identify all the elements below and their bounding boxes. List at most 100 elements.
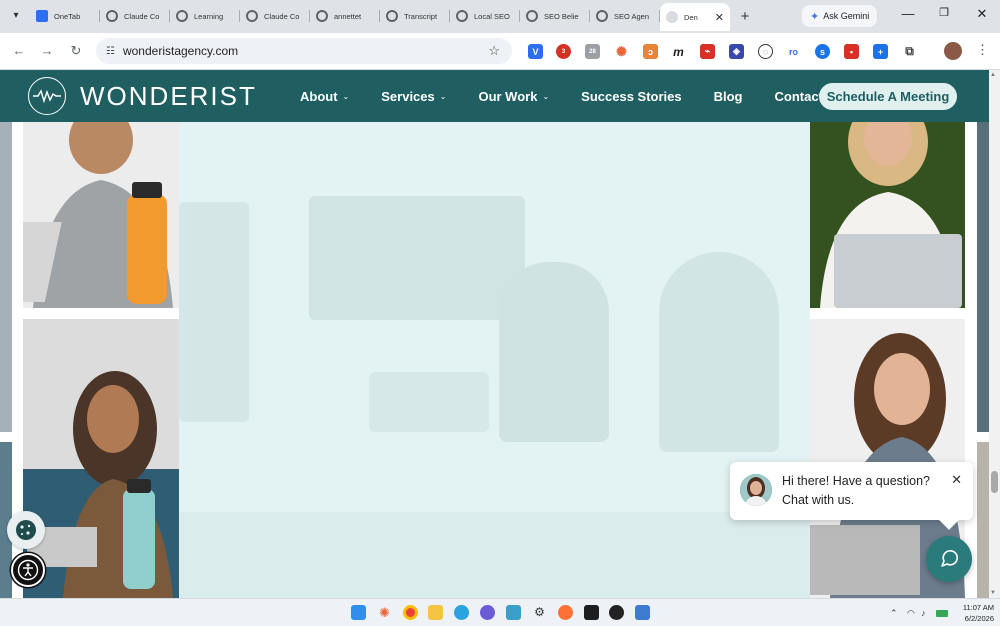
- scroll-up-icon[interactable]: ▲: [990, 72, 996, 78]
- accessibility-icon: [17, 559, 39, 581]
- nav-success-stories[interactable]: Success Stories: [581, 89, 681, 104]
- ghost-laptop: [369, 372, 489, 432]
- profile-avatar[interactable]: [944, 42, 962, 60]
- tab-transcript[interactable]: Transcript: [380, 4, 450, 28]
- tab-active[interactable]: Den ✕: [660, 3, 730, 31]
- extension-ro-icon[interactable]: ro: [786, 44, 801, 59]
- ghost-screen: [309, 196, 525, 320]
- chat-close-icon[interactable]: ✕: [951, 472, 962, 488]
- ask-gemini-label: Ask Gemini: [823, 11, 870, 21]
- taskbar-chrome-icon[interactable]: [403, 605, 418, 620]
- tab-label: OneTab: [54, 11, 81, 21]
- extension-openai-icon[interactable]: ◌: [758, 44, 773, 59]
- cookie-settings-button[interactable]: [7, 511, 45, 549]
- nav-blog[interactable]: Blog: [714, 89, 743, 104]
- globe-favicon-icon: [386, 10, 398, 22]
- taskbar-settings-gear-icon[interactable]: ⚙: [532, 605, 547, 620]
- nav-label: Contact: [774, 88, 823, 104]
- tab-seo-agency[interactable]: SEO Agen: [590, 4, 660, 28]
- bookmark-star-icon[interactable]: ☆: [488, 43, 500, 59]
- restore-icon[interactable]: ❐: [934, 6, 954, 19]
- extension-blue-circle-icon[interactable]: s: [815, 44, 830, 59]
- site-settings-icon[interactable]: ☷: [106, 46, 115, 57]
- taskbar-firefox-icon[interactable]: [558, 605, 573, 620]
- scroll-down-icon[interactable]: ▼: [990, 590, 996, 596]
- address-bar[interactable]: ☷ wonderistagency.com ☆: [96, 38, 512, 64]
- tray-battery-icon[interactable]: [936, 610, 948, 617]
- ghost-person-middle: [499, 262, 609, 442]
- tab-search-chevron-icon[interactable]: ▾: [6, 5, 26, 25]
- tab-claude-1[interactable]: Claude Co: [100, 4, 170, 28]
- tray-chevron-up-icon[interactable]: ⌃: [890, 608, 898, 619]
- tab-label: SEO Belie: [544, 11, 579, 21]
- start-windows-icon[interactable]: [351, 605, 366, 620]
- taskbar-claude-icon[interactable]: ✺: [377, 605, 392, 620]
- chat-launcher-button[interactable]: [926, 536, 972, 582]
- close-window-icon[interactable]: ✕: [972, 6, 992, 22]
- extension-claude-icon[interactable]: ✺: [614, 44, 629, 59]
- tab-annette[interactable]: annettet: [310, 4, 380, 28]
- extension-v-icon[interactable]: V: [528, 44, 543, 59]
- taskbar-telegram-icon[interactable]: [454, 605, 469, 620]
- hero-background-image: [179, 122, 810, 598]
- taskbar-clock[interactable]: 11:07 AM 6/2/2026: [952, 602, 994, 624]
- cookie-icon: [16, 520, 36, 540]
- extension-badge-count: 3: [561, 48, 566, 55]
- taskbar-terminal-icon[interactable]: [584, 605, 599, 620]
- tab-claude-2[interactable]: Claude Co: [240, 4, 310, 28]
- extension-home-icon[interactable]: 28: [585, 44, 600, 59]
- minimize-icon[interactable]: —: [898, 6, 918, 21]
- tab-learning[interactable]: Learning: [170, 4, 240, 28]
- url-text[interactable]: wonderistagency.com: [123, 44, 238, 58]
- tray-volume-icon[interactable]: ♪: [921, 608, 926, 618]
- extension-red-badge-icon[interactable]: 3: [556, 44, 571, 59]
- tab-label: Claude Co: [264, 11, 300, 21]
- nav-about[interactable]: About ⌄: [300, 89, 349, 104]
- tray-wifi-icon[interactable]: ◠: [907, 608, 915, 619]
- main-menu: About ⌄ Services ⌄ Our Work ⌄ Success Stori…: [300, 70, 855, 122]
- browser-toolbar: ← → ↻ ☷ wonderistagency.com ☆ V 3 28 ✺ ↄ…: [0, 33, 1000, 70]
- tab-seo-belief[interactable]: SEO Belie: [520, 4, 590, 28]
- tab-local-seo[interactable]: Local SEO: [450, 4, 520, 28]
- extension-red-icon[interactable]: ⌁: [700, 44, 715, 59]
- extension-plus-icon[interactable]: +: [873, 44, 888, 59]
- close-tab-icon[interactable]: ✕: [715, 11, 724, 24]
- schedule-meeting-button[interactable]: Schedule A Meeting: [819, 83, 957, 110]
- tab-onetab[interactable]: OneTab: [30, 4, 100, 28]
- forward-arrow-icon[interactable]: →: [38, 42, 56, 60]
- taskbar-file-explorer-icon[interactable]: [428, 605, 443, 620]
- extension-m-icon[interactable]: m: [671, 44, 686, 59]
- extension-red-square-icon[interactable]: ▪: [844, 44, 859, 59]
- chat-greeting-popup[interactable]: Hi there! Have a question? Chat with us.…: [730, 462, 973, 530]
- taskbar-copilot-icon[interactable]: [480, 605, 495, 620]
- ask-gemini-button[interactable]: ✦ Ask Gemini: [802, 5, 878, 27]
- extension-orange-icon[interactable]: ↄ: [643, 44, 658, 59]
- page-scrollbar[interactable]: ▲ ▼: [989, 70, 1000, 598]
- windows-taskbar: ✺ ⚙ ⌃ ◠ ♪ 11:07 AM 6/2/2026: [0, 598, 1000, 626]
- nav-label: Services: [381, 88, 435, 104]
- taskbar-media-player-icon[interactable]: [609, 605, 624, 620]
- reload-icon[interactable]: ↻: [67, 42, 85, 60]
- team-photo-man: [23, 122, 179, 308]
- new-tab-plus-icon[interactable]: +: [736, 7, 754, 25]
- tab-label: SEO Agen: [614, 11, 650, 21]
- browser-menu-icon[interactable]: ⋮: [976, 42, 989, 60]
- accessibility-button[interactable]: [11, 553, 45, 587]
- globe-favicon-icon: [596, 10, 608, 22]
- clock-time: 11:07 AM: [962, 603, 994, 612]
- extension-blue-square-icon[interactable]: ◈: [729, 44, 744, 59]
- nav-our-work[interactable]: Our Work ⌄: [478, 89, 549, 104]
- globe-favicon-icon: [316, 10, 328, 22]
- globe-favicon-icon: [526, 10, 538, 22]
- scroll-thumb[interactable]: [991, 471, 998, 493]
- extensions-puzzle-icon[interactable]: ⧉: [902, 44, 917, 59]
- taskbar-notepad-icon[interactable]: [506, 605, 521, 620]
- back-arrow-icon[interactable]: ←: [10, 42, 28, 60]
- nav-contact[interactable]: Contact: [775, 89, 823, 104]
- chat-agent-avatar: [740, 474, 772, 506]
- nav-services[interactable]: Services ⌄: [381, 89, 446, 104]
- taskbar-photos-icon[interactable]: [635, 605, 650, 620]
- brand-logo[interactable]: WONDERIST: [28, 77, 257, 115]
- extension-badge-count: 28: [589, 48, 596, 55]
- wave-logo-icon: [28, 77, 66, 115]
